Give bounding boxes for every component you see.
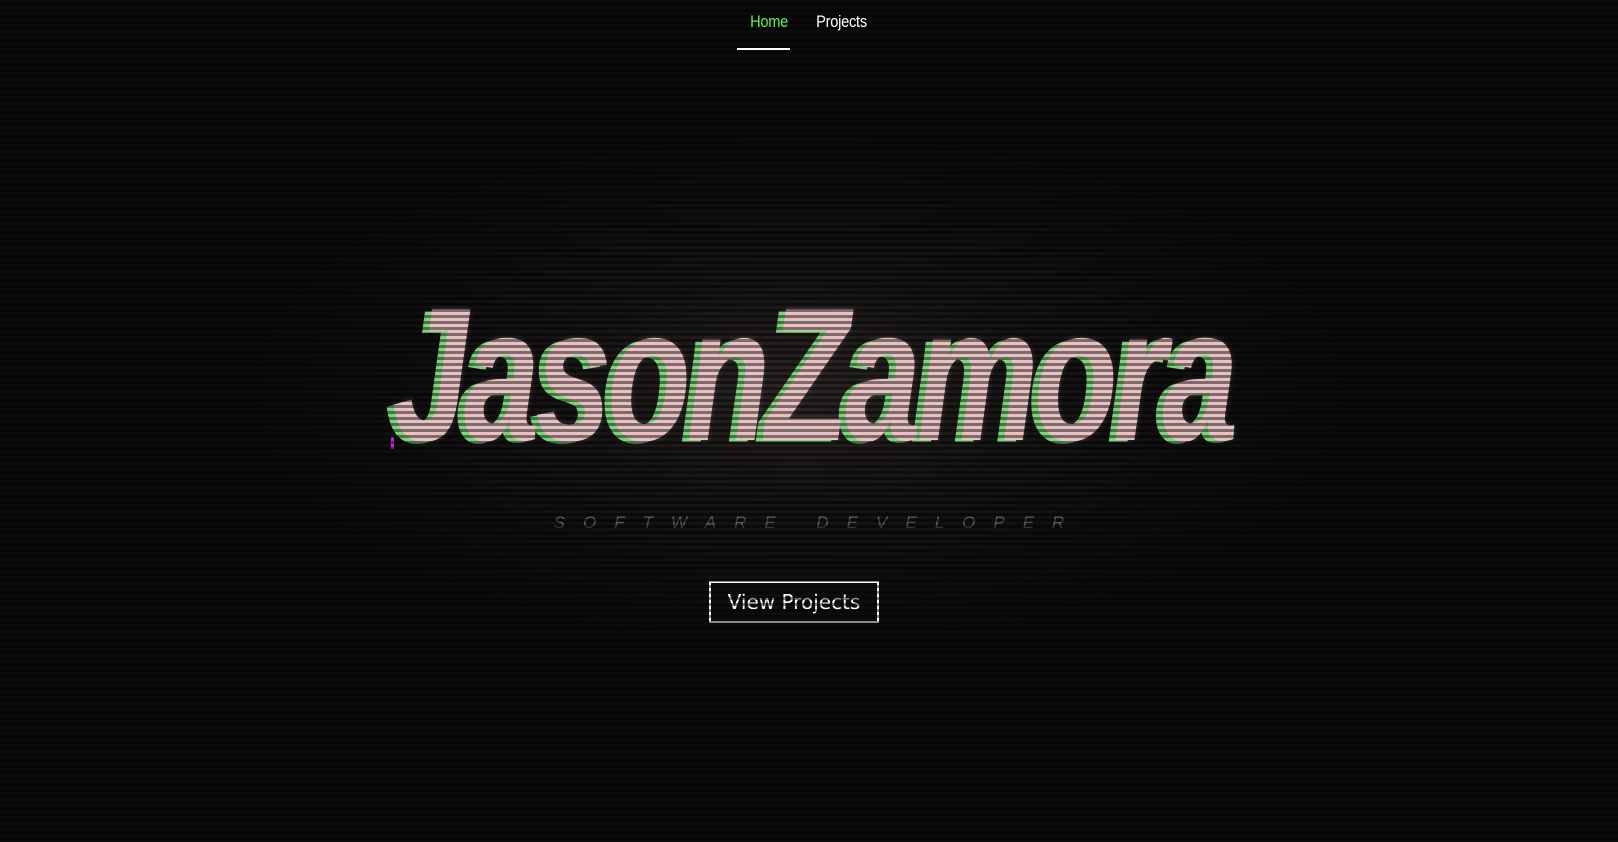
nav-active-underline bbox=[737, 48, 790, 50]
hero-name-wrap: JasonZamora JasonZamora bbox=[385, 269, 1238, 481]
hero-name: JasonZamora bbox=[392, 269, 1238, 481]
top-nav: Home Projects bbox=[0, 0, 1618, 52]
glitch-accent-mark bbox=[391, 437, 394, 449]
hero-subtitle: SOFTWARE DEVELOPER bbox=[553, 513, 1083, 532]
page: Home Projects JasonZamora JasonZamora SO… bbox=[0, 0, 1618, 842]
hero-section: JasonZamora JasonZamora SOFTWARE DEVELOP… bbox=[0, 0, 1618, 842]
nav-home-link[interactable]: Home bbox=[742, 0, 797, 38]
view-projects-button[interactable]: View Projects bbox=[709, 581, 879, 623]
nav-projects-link[interactable]: Projects bbox=[807, 0, 875, 38]
